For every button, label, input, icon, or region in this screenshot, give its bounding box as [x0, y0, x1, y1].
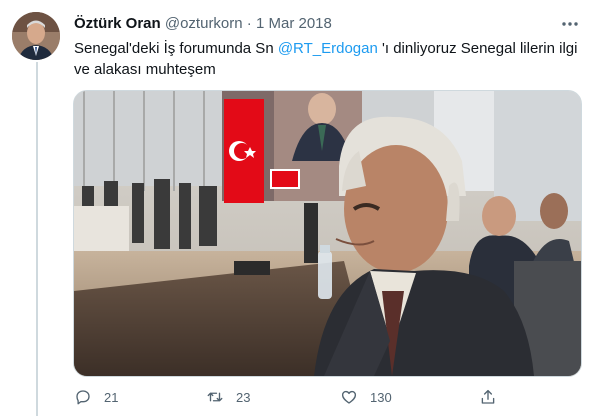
mention-link[interactable]: @RT_Erdogan: [278, 40, 378, 57]
action-bar: 21 23 130: [74, 386, 514, 408]
display-name[interactable]: Öztürk Oran: [74, 15, 161, 32]
tweet-date[interactable]: 1 Mar 2018: [256, 15, 332, 32]
avatar-image: [12, 12, 60, 60]
share-button[interactable]: [479, 386, 497, 408]
tweet-photo[interactable]: [73, 90, 582, 377]
thread-line: [36, 62, 38, 416]
more-button[interactable]: [560, 14, 580, 34]
share-icon: [481, 389, 495, 404]
avatar[interactable]: [12, 12, 60, 60]
retweet-button[interactable]: 23: [206, 386, 250, 408]
separator: ·: [246, 15, 252, 32]
tweet-text-before: Senegal'deki İş forumunda Sn: [74, 40, 278, 57]
tweet-header: Öztürk Oran @ozturkorn · 1 Mar 2018: [74, 14, 332, 34]
more-icon: [562, 22, 578, 26]
reply-icon: [76, 390, 90, 405]
handle[interactable]: @ozturkorn: [165, 15, 243, 32]
reply-count: 21: [104, 389, 119, 405]
retweet-count: 23: [236, 389, 251, 405]
reply-button[interactable]: 21: [74, 386, 118, 408]
like-count: 130: [370, 389, 392, 405]
like-icon: [341, 390, 357, 404]
retweet-icon: [207, 392, 223, 402]
tweet-text: Senegal'deki İş forumunda Sn @RT_Erdogan…: [74, 38, 580, 80]
like-button[interactable]: 130: [340, 386, 392, 408]
photo-image: [74, 91, 581, 376]
